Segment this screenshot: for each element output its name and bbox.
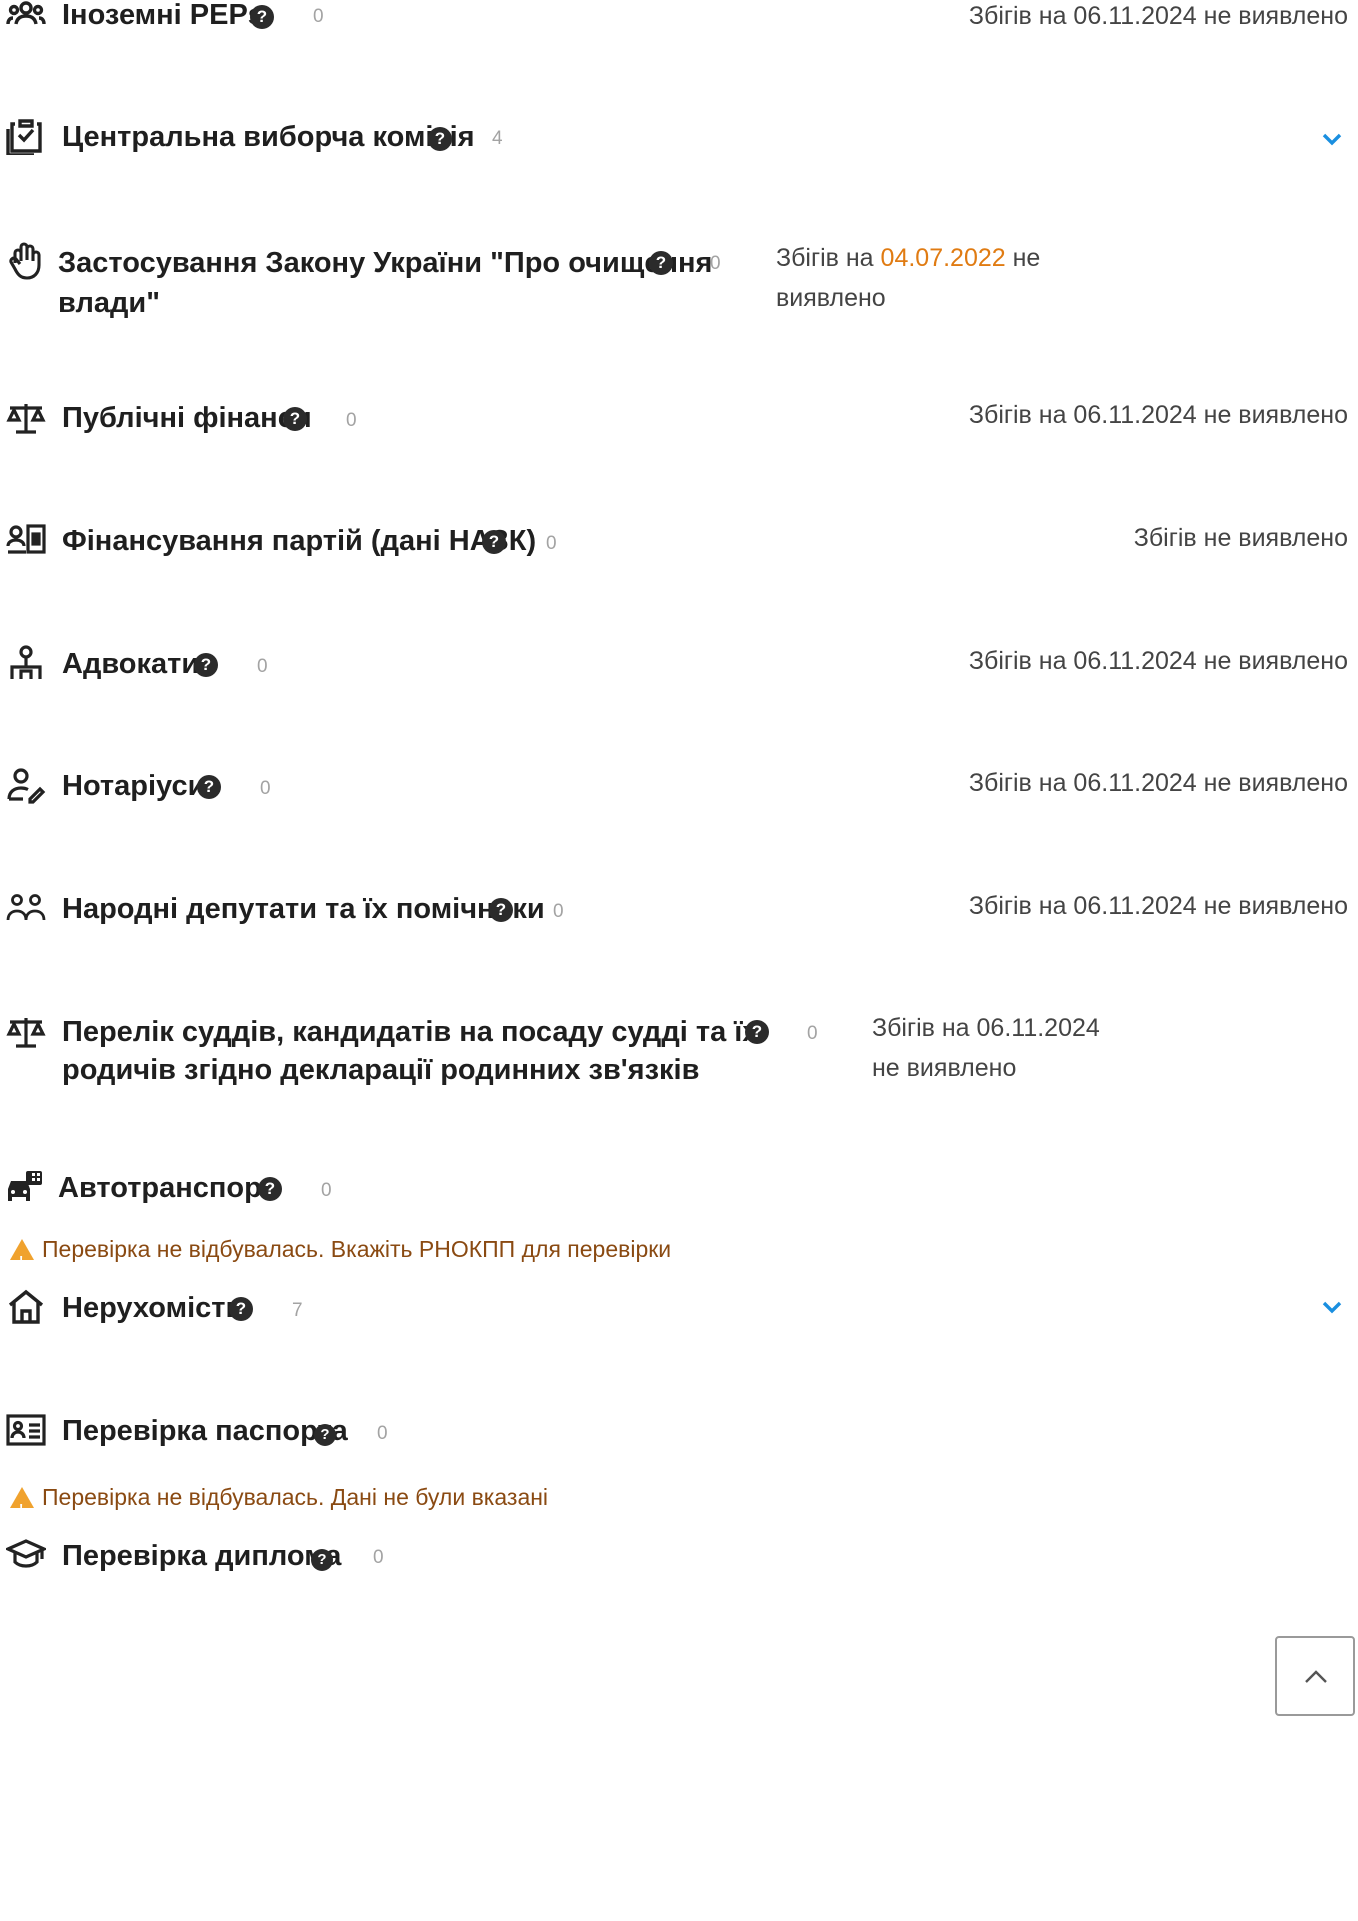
graduation-cap-icon xyxy=(6,1535,46,1575)
help-icon[interactable]: ? xyxy=(229,1297,253,1321)
help-icon[interactable]: ? xyxy=(283,407,307,431)
help-icon[interactable]: ? xyxy=(194,653,218,677)
section-title: Перевірка паспорта xyxy=(62,1415,348,1447)
deputies-icon xyxy=(6,888,46,928)
scales-icon xyxy=(6,1012,46,1052)
help-icon[interactable]: ? xyxy=(428,127,452,151)
vehicles-icon xyxy=(6,1167,46,1207)
section-title: Публічні фінанси xyxy=(62,402,312,434)
section-title: Перевірка диплома xyxy=(62,1540,342,1572)
scroll-to-top-button[interactable] xyxy=(1275,1636,1355,1716)
section-real-estate[interactable]: Нерухомість ? 7 xyxy=(0,1287,1358,1337)
section-title: Народні депутати та їх помічники xyxy=(62,893,545,925)
section-public-finance[interactable]: Публічні фінанси ? 0 Збігів на 06.11.202… xyxy=(0,397,1358,447)
section-party-funding[interactable]: Фінансування партій (дані НАЗК) ? 0 Збіг… xyxy=(0,520,1358,570)
section-title: Іноземні PEPs xyxy=(62,0,264,31)
section-lustration[interactable]: Застосування Закону України "Про очищенн… xyxy=(0,238,1358,319)
hand-stop-icon xyxy=(6,241,46,281)
status-text: Збігів на 06.11.2024 не виявлено xyxy=(968,401,1348,429)
warning-message: Перевірка не відбувалась. Дані не були в… xyxy=(10,1481,549,1525)
match-count: 0 xyxy=(807,1023,818,1044)
status-line1: Збігів на 06.11.2024 xyxy=(872,1014,1100,1042)
warning-text: Перевірка не відбувалась. Вкажіть РНОКПП… xyxy=(42,1236,672,1262)
section-title: Центральна виборча комісія xyxy=(62,121,475,153)
id-card-icon xyxy=(6,1410,46,1450)
lawyer-icon xyxy=(6,643,46,683)
warning-message: Перевірка не відбувалась. Вкажіть РНОКПП… xyxy=(10,1233,672,1277)
status-text: Збігів на 04.07.2022 не виявлено xyxy=(776,238,1040,318)
section-cec[interactable]: Центральна виборча комісія ? 4 xyxy=(0,115,1358,165)
match-count: 0 xyxy=(313,6,324,27)
warning-text: Перевірка не відбувалась. Дані не були в… xyxy=(42,1484,549,1510)
match-count: 0 xyxy=(377,1423,388,1444)
chevron-up-icon xyxy=(1305,1670,1327,1683)
section-title-line2: влади" xyxy=(58,287,160,319)
section-judges[interactable]: Перелік суддів, кандидатів на посаду суд… xyxy=(0,1010,1358,1090)
status-prefix: Збігів на xyxy=(776,244,874,272)
match-count: 0 xyxy=(257,656,268,677)
match-count: 0 xyxy=(346,410,357,431)
section-title-line1: Застосування Закону України "Про очищенн… xyxy=(58,247,713,279)
section-foreign-peps[interactable]: Іноземні PEPs ? 0 Збігів на 06.11.2024 н… xyxy=(0,0,1358,50)
help-icon[interactable]: ? xyxy=(482,530,506,554)
match-count: 0 xyxy=(373,1547,384,1568)
section-notaries[interactable]: Нотаріуси ? 0 Збігів на 06.11.2024 не ви… xyxy=(0,765,1358,815)
status-text: Збігів на 06.11.2024 не виявлено xyxy=(872,1008,1100,1088)
match-count: 0 xyxy=(260,778,271,799)
house-icon xyxy=(6,1287,46,1327)
notary-icon xyxy=(6,765,46,805)
party-funding-icon xyxy=(6,520,46,560)
help-icon[interactable]: ? xyxy=(649,251,673,275)
clipboard-check-icon xyxy=(6,115,46,155)
help-icon[interactable]: ? xyxy=(258,1177,282,1201)
status-text: Збігів не виявлено xyxy=(1133,524,1348,552)
status-text: Збігів на 06.11.2024 не виявлено xyxy=(968,769,1348,797)
help-icon[interactable]: ? xyxy=(314,1424,336,1446)
match-count: 7 xyxy=(292,1300,303,1321)
warning-icon xyxy=(10,1239,34,1277)
section-title: Нотаріуси xyxy=(62,770,206,802)
status-line2: не виявлено xyxy=(872,1054,1017,1082)
section-title-line2: родичів згідно декларації родинних зв'яз… xyxy=(62,1054,700,1086)
warning-icon xyxy=(10,1487,34,1525)
match-count: 4 xyxy=(492,128,503,149)
status-suffix: не xyxy=(1012,244,1041,272)
status-date: 04.07.2022 xyxy=(880,244,1006,272)
section-passport-check[interactable]: Перевірка паспорта ? 0 xyxy=(0,1410,1358,1460)
section-title-line1: Перелік суддів, кандидатів на посаду суд… xyxy=(62,1016,759,1048)
match-count: 0 xyxy=(321,1180,332,1201)
section-lawyers[interactable]: Адвокати ? 0 Збігів на 06.11.2024 не вия… xyxy=(0,643,1358,693)
scales-icon xyxy=(6,398,46,438)
chevron-down-icon[interactable] xyxy=(1318,125,1346,153)
section-title: Фінансування партій (дані НАЗК) xyxy=(62,525,537,557)
status-suffix-2: виявлено xyxy=(776,284,886,312)
match-count: 0 xyxy=(546,533,557,554)
section-vehicles[interactable]: Автотранспорт ? 0 xyxy=(0,1167,1358,1217)
section-title: Автотранспорт xyxy=(58,1172,276,1204)
help-icon[interactable]: ? xyxy=(745,1020,769,1044)
chevron-down-icon[interactable] xyxy=(1318,1293,1346,1321)
status-text: Збігів на 06.11.2024 не виявлено xyxy=(968,892,1348,920)
help-icon[interactable]: ? xyxy=(197,775,221,799)
section-title: Нерухомість xyxy=(62,1292,244,1324)
match-count: 0 xyxy=(553,901,564,922)
status-text: Збігів на 06.11.2024 не виявлено xyxy=(968,647,1348,675)
match-count: 0 xyxy=(710,253,721,274)
section-title: Адвокати xyxy=(62,648,200,680)
help-icon[interactable]: ? xyxy=(489,898,513,922)
help-icon[interactable]: ? xyxy=(311,1549,333,1571)
help-icon[interactable]: ? xyxy=(250,5,274,29)
section-diploma-check[interactable]: Перевірка диплома ? 0 xyxy=(0,1535,1358,1585)
status-text: Збігів на 06.11.2024 не виявлено xyxy=(968,2,1348,30)
people-group-icon xyxy=(6,0,46,34)
section-mps[interactable]: Народні депутати та їх помічники ? 0 Збі… xyxy=(0,888,1358,938)
